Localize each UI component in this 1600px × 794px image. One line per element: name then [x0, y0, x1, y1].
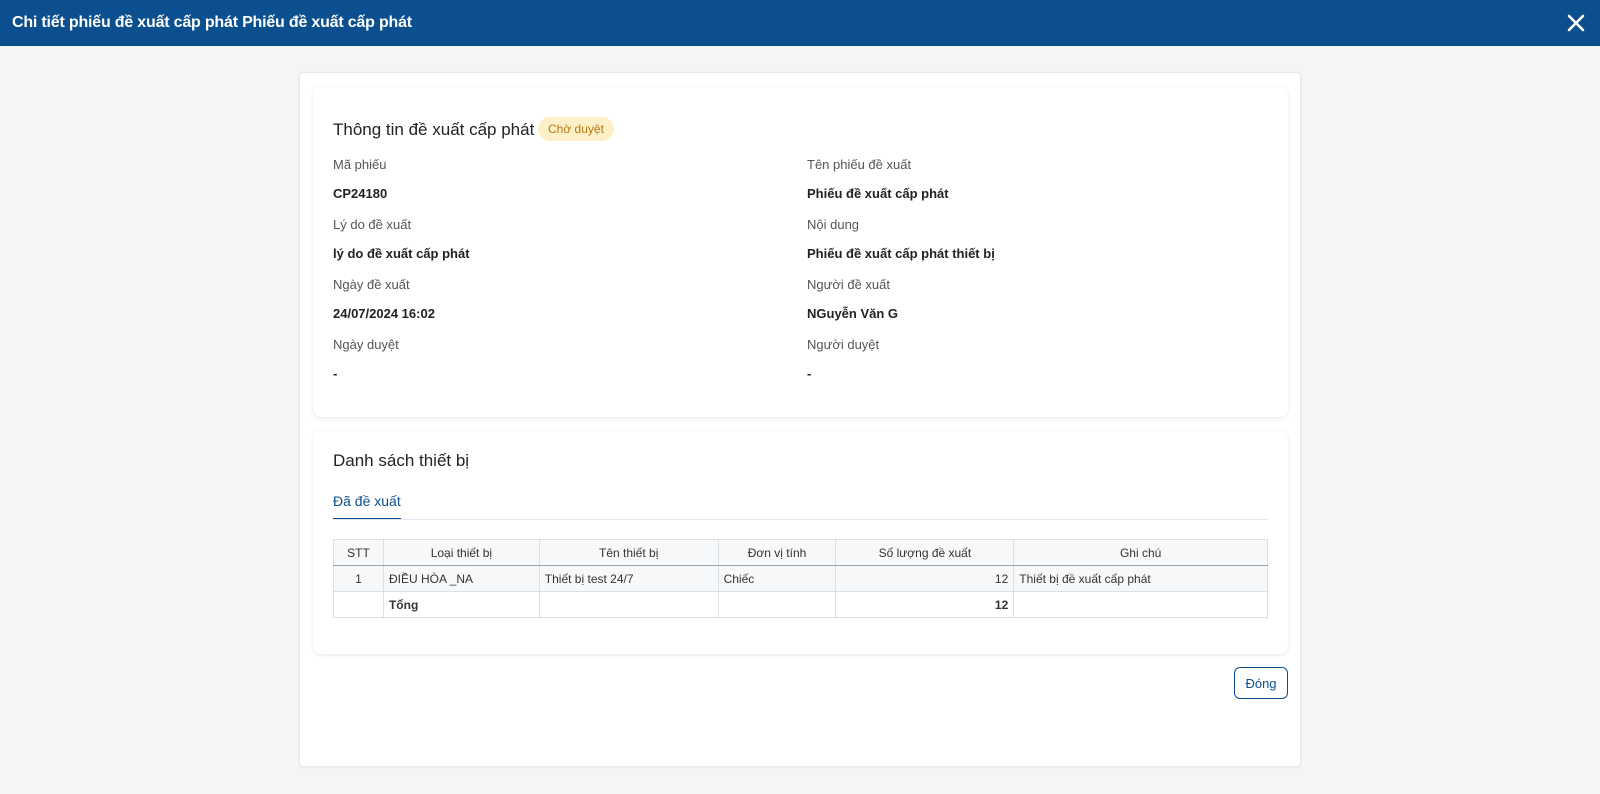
col-stt: STT [333, 539, 384, 566]
col-ghi-chu: Ghi chú [1013, 539, 1268, 566]
device-list-title: Danh sách thiết bị [333, 451, 470, 470]
nguoi-duyet-label: Người duyệt [807, 337, 880, 352]
tab-divider [333, 519, 1268, 520]
cell-loai-thiet-bi: ĐIỀU HÒA _NA [382, 565, 540, 592]
device-table: STT Loại thiết bị Tên thiết bị Đơn vị tí… [333, 539, 1268, 618]
total-empty-cell [1013, 591, 1268, 618]
close-button[interactable]: Đóng [1234, 667, 1288, 699]
total-label: Tổng [382, 591, 540, 618]
table-header-row: STT Loại thiết bị Tên thiết bị Đơn vị tí… [333, 539, 1268, 566]
close-icon[interactable] [1564, 11, 1588, 35]
cell-ten-thiet-bi: Thiết bị test 24/7 [538, 565, 719, 592]
noi-dung-label: Nội dung [807, 217, 860, 232]
total-empty-cell [717, 591, 837, 618]
cell-don-vi-tinh: Chiếc [717, 565, 837, 592]
col-so-luong: Số lượng đề xuất [835, 539, 1015, 566]
info-card: Thông tin đề xuất cấp phát Chờ duyệt Mã … [313, 87, 1288, 417]
ngay-duyet-label: Ngày duyệt [333, 337, 399, 352]
ly-do-label: Lý do đề xuất [333, 217, 412, 232]
device-list-card: Danh sách thiết bị Đã đề xuất STT Loại t… [313, 431, 1288, 654]
modal-title: Chi tiết phiếu đề xuất cấp phát Phiếu đề… [12, 14, 412, 31]
col-don-vi-tinh: Đơn vị tính [717, 539, 837, 566]
nguoi-duyet-value: - [807, 366, 812, 381]
ngay-de-xuat-label: Ngày đề xuất [333, 277, 410, 292]
total-value: 12 [835, 591, 1015, 618]
ma-phieu-label: Mã phiếu [333, 157, 387, 172]
nguoi-de-xuat-value: NGuyễn Văn G [807, 306, 899, 321]
noi-dung-value: Phiếu đề xuất cấp phát thiết bị [807, 246, 995, 261]
ma-phieu-value: CP24180 [333, 186, 388, 201]
table-row: 1 ĐIỀU HÒA _NA Thiết bị test 24/7 Chiếc … [333, 565, 1268, 592]
total-empty-cell [538, 591, 719, 618]
modal-header: Chi tiết phiếu đề xuất cấp phát Phiếu đề… [0, 0, 1600, 46]
ten-phieu-label: Tên phiếu đề xuất [807, 157, 912, 172]
info-card-title: Thông tin đề xuất cấp phát [333, 120, 535, 139]
ten-phieu-value: Phiếu đề xuất cấp phát [807, 186, 949, 201]
nguoi-de-xuat-label: Người đề xuất [807, 277, 890, 292]
cell-so-luong: 12 [835, 565, 1015, 592]
ngay-de-xuat-value: 24/07/2024 16:02 [333, 306, 435, 321]
col-ten-thiet-bi: Tên thiết bị [538, 539, 719, 566]
total-stt-cell [333, 591, 384, 618]
status-badge: Chờ duyệt [538, 117, 614, 141]
cell-stt: 1 [333, 565, 384, 592]
col-loai-thiet-bi: Loại thiết bị [382, 539, 540, 566]
ngay-duyet-value: - [333, 366, 338, 381]
tab-da-de-xuat[interactable]: Đã đề xuất [333, 493, 401, 520]
table-total-row: Tổng 12 [333, 591, 1268, 618]
modal-body: Thông tin đề xuất cấp phát Chờ duyệt Mã … [299, 72, 1301, 767]
cell-ghi-chu: Thiết bị đề xuất cấp phát [1013, 565, 1268, 592]
ly-do-value: lý do đề xuất cấp phát [333, 246, 470, 261]
